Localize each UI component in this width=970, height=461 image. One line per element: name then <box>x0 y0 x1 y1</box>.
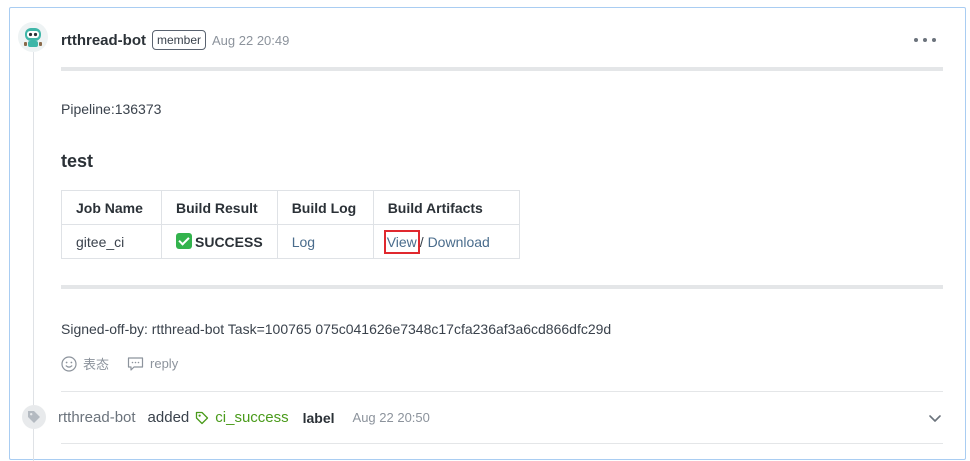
link-separator: / <box>419 233 424 250</box>
build-result-text: SUCCESS <box>195 234 263 250</box>
divider <box>61 285 943 289</box>
react-button[interactable]: 表态 <box>61 354 109 373</box>
column-header: Build Result <box>161 190 278 225</box>
timeline-line <box>33 52 34 461</box>
pipeline-text: Pipeline:136373 <box>61 101 162 117</box>
view-link[interactable]: View <box>383 229 420 254</box>
table-header-row: Job Name Build Result Build Log Build Ar… <box>61 190 520 225</box>
event-badge <box>22 405 46 429</box>
download-link[interactable]: Download <box>428 234 490 250</box>
more-options-button[interactable] <box>914 36 936 44</box>
divider <box>61 443 943 444</box>
divider <box>61 391 943 392</box>
timeline-line <box>33 452 34 461</box>
robot-avatar-icon <box>18 22 48 52</box>
role-badge: member <box>152 30 207 50</box>
label-name[interactable]: ci_success <box>215 409 288 426</box>
comment-actions: 表态 reply <box>61 354 178 373</box>
check-mark-icon <box>176 233 192 249</box>
author-name[interactable]: rtthread-bot <box>61 32 146 49</box>
build-log-cell: Log <box>276 224 374 259</box>
chevron-down-icon[interactable] <box>928 413 942 423</box>
reply-label: reply <box>150 356 179 371</box>
column-header: Build Log <box>276 190 374 225</box>
label-event: rtthread-bot added ci_success label Aug … <box>58 409 430 426</box>
table-row: gitee_ci SUCCESS Log View / Download <box>61 224 520 259</box>
author-avatar[interactable] <box>18 22 48 52</box>
job-name-cell: gitee_ci <box>61 224 162 259</box>
reply-button[interactable]: reply <box>127 356 178 372</box>
comment-icon <box>127 356 144 371</box>
column-header: Build Artifacts <box>372 190 520 225</box>
event-timestamp[interactable]: Aug 22 20:50 <box>353 410 430 425</box>
tag-icon <box>196 411 209 424</box>
divider <box>61 67 943 71</box>
build-result-cell: SUCCESS <box>161 224 278 259</box>
section-heading: test <box>61 151 94 171</box>
column-header: Job Name <box>61 190 162 225</box>
tag-icon <box>28 411 40 423</box>
more-dot <box>923 38 927 42</box>
log-link[interactable]: Log <box>292 234 315 250</box>
label-word: label <box>302 409 335 426</box>
more-dot <box>932 38 936 42</box>
more-horizontal-icon <box>914 38 918 42</box>
signed-off-text: Signed-off-by: rtthread-bot Task=100765 … <box>61 321 612 337</box>
event-author[interactable]: rtthread-bot <box>58 409 136 426</box>
comment-header: rtthread-bot member Aug 22 20:49 <box>61 29 289 51</box>
react-label: 表态 <box>83 357 110 372</box>
event-action: added <box>147 409 190 426</box>
build-table: Job Name Build Result Build Log Build Ar… <box>61 190 520 259</box>
build-artifacts-cell: View / Download <box>372 224 520 259</box>
smile-icon <box>61 355 77 372</box>
comment-timestamp[interactable]: Aug 22 20:49 <box>212 33 289 48</box>
